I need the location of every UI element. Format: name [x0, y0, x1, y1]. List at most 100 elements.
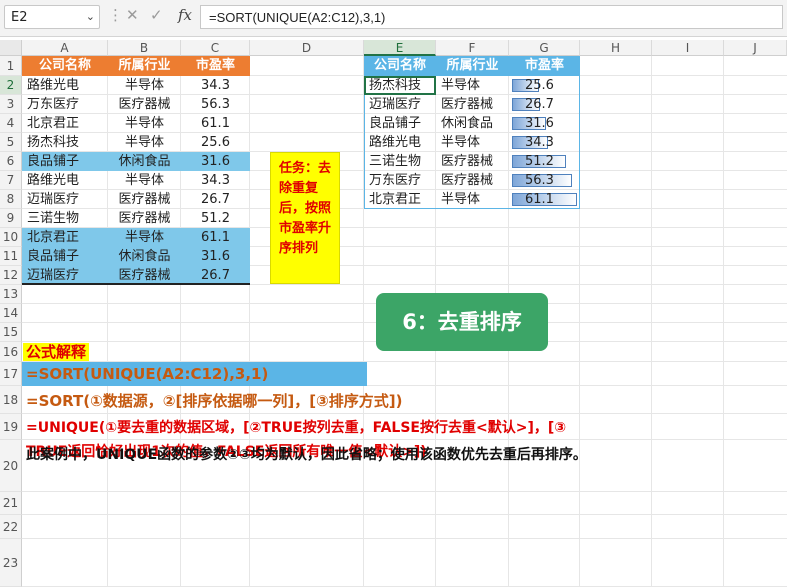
source-cell[interactable]: 56.3: [181, 95, 250, 114]
result-cell[interactable]: 扬杰科技: [364, 76, 436, 95]
column-header-f[interactable]: F: [436, 40, 509, 56]
source-cell[interactable]: 26.7: [181, 190, 250, 209]
row-header-8[interactable]: 8: [0, 190, 22, 209]
row-header-22[interactable]: 22: [0, 515, 22, 539]
source-cell[interactable]: 25.6: [181, 133, 250, 152]
column-header-h[interactable]: H: [580, 40, 652, 56]
source-cell[interactable]: 医疗器械: [108, 209, 181, 228]
result-cell[interactable]: 医疗器械: [436, 152, 509, 171]
result-cell[interactable]: 北京君正: [364, 190, 436, 209]
row-header-10[interactable]: 10: [0, 228, 22, 247]
source-cell[interactable]: 半导体: [108, 76, 181, 95]
source-cell[interactable]: 休闲食品: [108, 152, 181, 171]
source-cell[interactable]: 34.3: [181, 76, 250, 95]
result-pe-cell[interactable]: 61.1: [509, 190, 580, 209]
formula-input[interactable]: =SORT(UNIQUE(A2:C12),3,1): [200, 5, 783, 29]
result-pe-cell[interactable]: 31.6: [509, 114, 580, 133]
row-header-13[interactable]: 13: [0, 285, 22, 304]
confirm-icon[interactable]: ✓: [150, 6, 163, 24]
source-cell[interactable]: 34.3: [181, 171, 250, 190]
source-cell[interactable]: 休闲食品: [108, 247, 181, 266]
spreadsheet-grid[interactable]: ABCDEFGHIJ 1 2 3 4 5 6 7 8 9 10 11 12 13 14 15 16 17 18 19…: [0, 40, 787, 587]
source-cell[interactable]: 61.1: [181, 228, 250, 247]
row-header-20[interactable]: 20: [0, 440, 22, 492]
result-cell[interactable]: 医疗器械: [436, 95, 509, 114]
column-header-a[interactable]: A: [22, 40, 108, 56]
source-cell[interactable]: 扬杰科技: [22, 133, 108, 152]
result-cell[interactable]: 迈瑞医疗: [364, 95, 436, 114]
result-header-cell[interactable]: 公司名称: [364, 56, 436, 76]
source-cell[interactable]: 良品铺子: [22, 152, 108, 171]
row-header-17[interactable]: 17: [0, 362, 22, 386]
source-cell[interactable]: 医疗器械: [108, 95, 181, 114]
name-box[interactable]: E2 ⌄: [4, 5, 100, 29]
row-header-5[interactable]: 5: [0, 133, 22, 152]
row-header-1[interactable]: 1: [0, 56, 22, 76]
fx-icon[interactable]: fx: [178, 6, 192, 24]
column-header-j[interactable]: J: [724, 40, 787, 56]
row-header-14[interactable]: 14: [0, 304, 22, 323]
result-cell[interactable]: 路维光电: [364, 133, 436, 152]
source-header-cell[interactable]: 市盈率: [181, 56, 250, 76]
source-cell[interactable]: 31.6: [181, 247, 250, 266]
result-pe-cell[interactable]: 56.3: [509, 171, 580, 190]
source-header-cell[interactable]: 公司名称: [22, 56, 108, 76]
result-cell[interactable]: 医疗器械: [436, 171, 509, 190]
chevron-down-icon[interactable]: ⌄: [86, 10, 95, 23]
result-cell[interactable]: 半导体: [436, 133, 509, 152]
row-header-19[interactable]: 19: [0, 414, 22, 440]
row-header-2[interactable]: 2: [0, 76, 22, 95]
row-header-4[interactable]: 4: [0, 114, 22, 133]
row-header-6[interactable]: 6: [0, 152, 22, 171]
column-header-b[interactable]: B: [108, 40, 181, 56]
source-cell[interactable]: 迈瑞医疗: [22, 190, 108, 209]
source-cell[interactable]: 半导体: [108, 133, 181, 152]
source-cell[interactable]: 北京君正: [22, 114, 108, 133]
source-cell[interactable]: 31.6: [181, 152, 250, 171]
select-all-corner[interactable]: [0, 40, 22, 56]
source-cell[interactable]: 良品铺子: [22, 247, 108, 266]
source-cell[interactable]: 迈瑞医疗: [22, 266, 108, 285]
result-cell[interactable]: 三诺生物: [364, 152, 436, 171]
result-cell[interactable]: 半导体: [436, 76, 509, 95]
source-cell[interactable]: 医疗器械: [108, 190, 181, 209]
source-cell[interactable]: 路维光电: [22, 76, 108, 95]
result-pe-cell[interactable]: 25.6: [509, 76, 580, 95]
source-cell[interactable]: 半导体: [108, 171, 181, 190]
result-cell[interactable]: 良品铺子: [364, 114, 436, 133]
cancel-icon[interactable]: ✕: [126, 6, 139, 24]
result-cell[interactable]: 半导体: [436, 190, 509, 209]
result-pe-cell[interactable]: 34.3: [509, 133, 580, 152]
source-cell[interactable]: 医疗器械: [108, 266, 181, 285]
source-header-cell[interactable]: 所属行业: [108, 56, 181, 76]
row-header-23[interactable]: 23: [0, 539, 22, 587]
result-pe-cell[interactable]: 51.2: [509, 152, 580, 171]
row-header-3[interactable]: 3: [0, 95, 22, 114]
source-cell[interactable]: 三诺生物: [22, 209, 108, 228]
result-cell[interactable]: 休闲食品: [436, 114, 509, 133]
column-header-i[interactable]: I: [652, 40, 724, 56]
column-header-d[interactable]: D: [250, 40, 364, 56]
source-cell[interactable]: 路维光电: [22, 171, 108, 190]
source-cell[interactable]: 万东医疗: [22, 95, 108, 114]
result-header-cell[interactable]: 所属行业: [436, 56, 509, 76]
row-header-7[interactable]: 7: [0, 171, 22, 190]
row-header-11[interactable]: 11: [0, 247, 22, 266]
result-pe-cell[interactable]: 26.7: [509, 95, 580, 114]
row-header-18[interactable]: 18: [0, 386, 22, 414]
source-cell[interactable]: 61.1: [181, 114, 250, 133]
column-header-g[interactable]: G: [509, 40, 580, 56]
row-header-9[interactable]: 9: [0, 209, 22, 228]
column-header-c[interactable]: C: [181, 40, 250, 56]
row-header-16[interactable]: 16: [0, 342, 22, 362]
source-cell[interactable]: 北京君正: [22, 228, 108, 247]
source-cell[interactable]: 半导体: [108, 114, 181, 133]
row-header-12[interactable]: 12: [0, 266, 22, 285]
result-header-cell[interactable]: 市盈率: [509, 56, 580, 76]
source-cell[interactable]: 51.2: [181, 209, 250, 228]
row-header-21[interactable]: 21: [0, 492, 22, 515]
result-cell[interactable]: 万东医疗: [364, 171, 436, 190]
source-cell[interactable]: 半导体: [108, 228, 181, 247]
row-header-15[interactable]: 15: [0, 323, 22, 342]
source-cell[interactable]: 26.7: [181, 266, 250, 285]
